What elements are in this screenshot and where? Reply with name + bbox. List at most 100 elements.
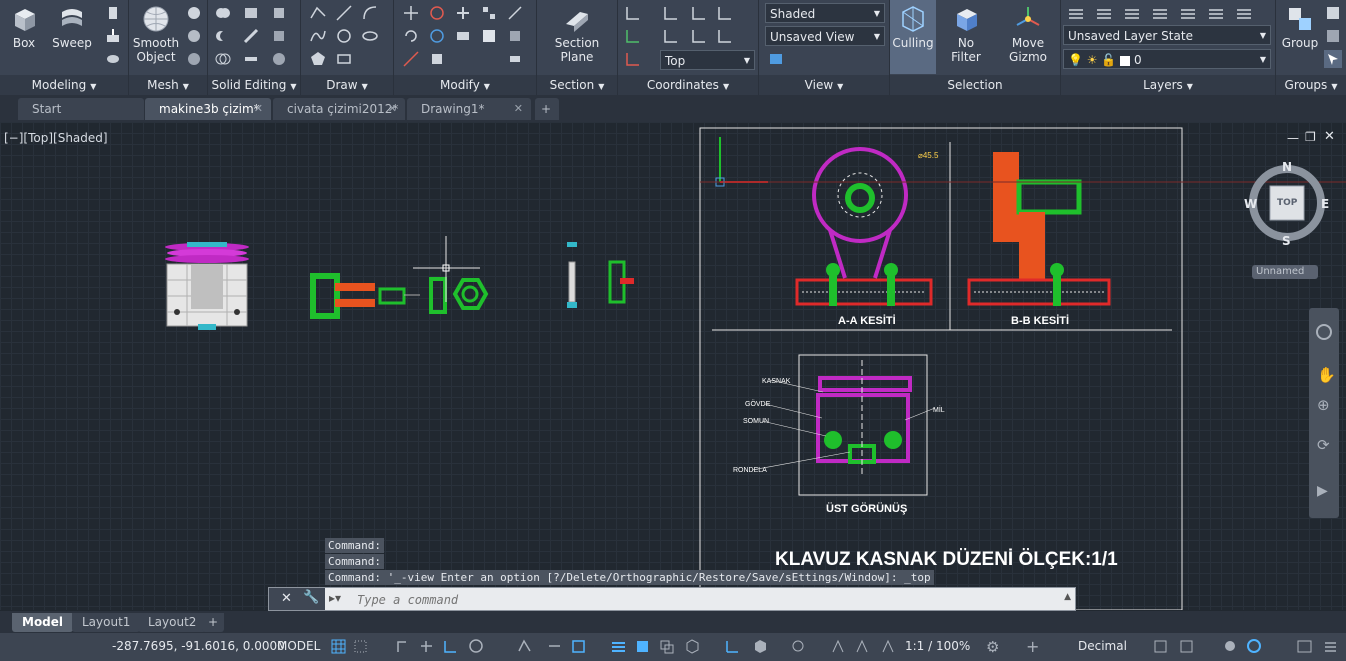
align-icon[interactable]: [454, 4, 472, 22]
drawing-canvas[interactable]: A-A KESİTİ B-B KESİTİ ÜST GÖRÜNÜŞ KLAVUZ…: [0, 122, 1346, 610]
units-button[interactable]: Decimal: [1078, 639, 1127, 653]
layer-isolate-icon[interactable]: [1095, 4, 1113, 22]
annotation-scale-icon[interactable]: [880, 638, 897, 655]
annotation-scale-value[interactable]: 1:1 / 100%: [905, 639, 970, 653]
viewport-restore-button[interactable]: ❐: [1305, 130, 1316, 144]
no-filter-button[interactable]: No Filter: [942, 4, 990, 74]
compass-east[interactable]: E: [1321, 197, 1329, 211]
rotate-icon[interactable]: [402, 27, 420, 45]
move-gizmo-button[interactable]: Move Gizmo: [1004, 4, 1052, 74]
ungroup-icon[interactable]: [1324, 4, 1342, 22]
smooth-object-button[interactable]: Smooth Object: [131, 4, 181, 74]
tab-start[interactable]: Start: [18, 98, 144, 120]
rectangle-icon[interactable]: [335, 50, 353, 68]
slice-icon[interactable]: [242, 4, 260, 22]
command-history-toggle[interactable]: ▲: [1064, 592, 1071, 602]
object-snap-icon[interactable]: [570, 638, 587, 655]
tab-layout2[interactable]: Layout2: [138, 613, 207, 632]
thicken-icon[interactable]: [242, 50, 260, 68]
intersect-icon[interactable]: [214, 50, 232, 68]
gizmo-icon[interactable]: [790, 638, 807, 655]
auto-scale-icon[interactable]: [854, 638, 871, 655]
coordinates-panel-title[interactable]: Coordinates ▼: [618, 75, 758, 95]
move-icon[interactable]: [402, 4, 420, 22]
wrench-icon[interactable]: 🔧: [303, 590, 319, 605]
add-layout-button[interactable]: +: [202, 613, 225, 632]
section-panel-title[interactable]: Section ▼: [537, 75, 617, 95]
tab-drawing1[interactable]: Drawing1* ✕: [407, 98, 531, 120]
compass-north[interactable]: N: [1282, 160, 1292, 174]
subtract-icon[interactable]: [214, 27, 232, 45]
transparency-icon[interactable]: [634, 638, 651, 655]
group-edit-icon[interactable]: [1324, 27, 1342, 45]
viewport-config-icon[interactable]: [767, 50, 785, 68]
current-layer-combo[interactable]: 💡 ☀ 🔓 0 ▼: [1063, 49, 1271, 69]
selection-panel-title[interactable]: Selection: [890, 75, 1060, 95]
lock-ui-icon[interactable]: [1178, 638, 1195, 655]
layer-previous-icon[interactable]: [1235, 4, 1253, 22]
infer-constraints-icon[interactable]: [394, 638, 411, 655]
modify-panel-title[interactable]: Modify ▼: [394, 75, 536, 95]
circle-icon[interactable]: [335, 27, 353, 45]
offset-icon[interactable]: [480, 27, 498, 45]
arc-icon[interactable]: [361, 4, 379, 22]
extract-edges-icon[interactable]: [270, 27, 288, 45]
line-icon[interactable]: [335, 4, 353, 22]
customization-menu-icon[interactable]: [1322, 638, 1339, 655]
mesh-smooth-more-icon[interactable]: [185, 4, 203, 22]
interfere-icon[interactable]: [242, 27, 260, 45]
layer-match-icon[interactable]: [1207, 4, 1225, 22]
ucs-menu-button[interactable]: Unnamed: [1252, 265, 1318, 279]
coordinate-readout[interactable]: -287.7695, -91.6016, 0.0000: [112, 639, 285, 653]
close-icon[interactable]: ✕: [281, 591, 292, 606]
command-prompt-icon[interactable]: ▸▾: [329, 591, 341, 605]
presspull-icon[interactable]: [104, 27, 122, 45]
gizmo-3d-rotate-icon[interactable]: [428, 27, 446, 45]
polygon-icon[interactable]: [309, 50, 327, 68]
mesh-smooth-less-icon[interactable]: [185, 27, 203, 45]
isometric-icon[interactable]: [516, 638, 533, 655]
culling-button[interactable]: Culling: [890, 0, 936, 74]
trim-icon[interactable]: [402, 50, 420, 68]
annotation-visibility-icon[interactable]: [830, 638, 847, 655]
named-view-combo[interactable]: Top ▼: [660, 50, 755, 70]
close-icon[interactable]: ✕: [254, 98, 263, 120]
polyline-icon[interactable]: [309, 4, 327, 22]
layers-panel-title[interactable]: Layers ▼: [1061, 75, 1275, 95]
separate-icon[interactable]: [270, 50, 288, 68]
ucs-world-icon[interactable]: [624, 27, 642, 45]
view-panel-title[interactable]: View ▼: [759, 75, 889, 95]
zoom-icon[interactable]: ⊕: [1317, 396, 1330, 414]
mirror-icon[interactable]: [454, 27, 472, 45]
dynamic-ucs-icon[interactable]: [724, 638, 741, 655]
selection-cycling-icon[interactable]: [658, 638, 675, 655]
ucs-origin-icon[interactable]: [624, 50, 642, 68]
gizmo-3d-move-icon[interactable]: [428, 4, 446, 22]
model-space-button[interactable]: MODEL: [277, 639, 320, 653]
viewport-minimize-button[interactable]: —: [1287, 131, 1299, 145]
layer-lock-icon[interactable]: [1179, 4, 1197, 22]
hardware-acceleration-icon[interactable]: [1246, 638, 1263, 655]
group-select-icon[interactable]: [1324, 50, 1342, 68]
copy-icon[interactable]: [506, 4, 524, 22]
compass-south[interactable]: S: [1282, 234, 1291, 248]
orbit-icon[interactable]: ⟳: [1317, 436, 1330, 454]
mesh-panel-title[interactable]: Mesh ▼: [129, 75, 207, 95]
group-button[interactable]: Group: [1276, 4, 1324, 74]
ucs-3point-icon[interactable]: [690, 27, 708, 45]
ucs-object-icon[interactable]: [716, 27, 734, 45]
lineweight-icon[interactable]: [610, 638, 627, 655]
loft-icon[interactable]: [104, 50, 122, 68]
ucs-icon[interactable]: [624, 4, 642, 22]
extrude-icon[interactable]: [104, 4, 122, 22]
layer-properties-icon[interactable]: [1067, 4, 1085, 22]
close-icon[interactable]: ✕: [514, 98, 523, 120]
viewcube[interactable]: N S W E TOP: [1244, 160, 1330, 248]
union-icon[interactable]: [214, 4, 232, 22]
clean-screen-icon[interactable]: [1296, 638, 1313, 655]
close-icon[interactable]: ✕: [388, 98, 397, 120]
draw-panel-title[interactable]: Draw ▼: [301, 75, 393, 95]
object-snap-tracking-icon[interactable]: [546, 638, 563, 655]
tab-civata[interactable]: civata çizimi2012* ✕: [273, 98, 405, 120]
showmotion-icon[interactable]: ▶: [1317, 483, 1328, 499]
